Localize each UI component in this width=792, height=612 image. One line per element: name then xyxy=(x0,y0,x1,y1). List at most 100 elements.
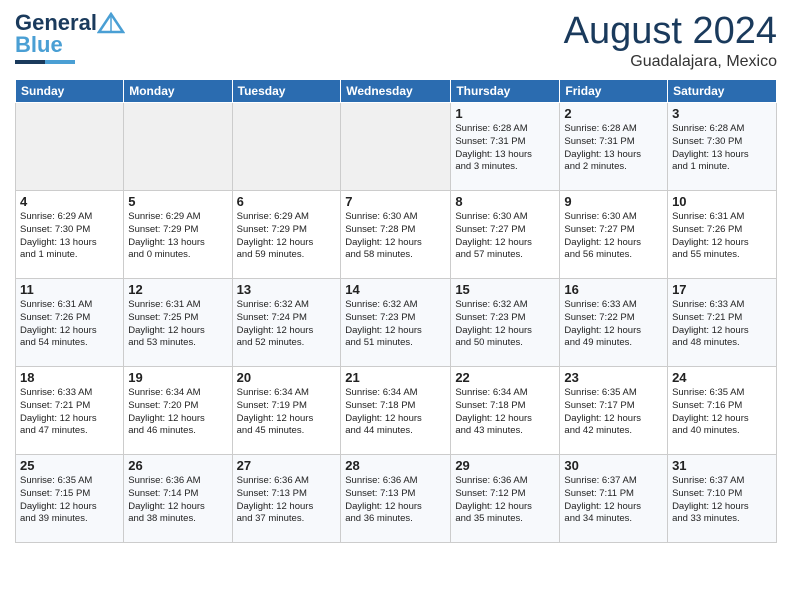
calendar-day: 4 Sunrise: 6:29 AM Sunset: 7:30 PM Daylig… xyxy=(16,191,124,279)
day-info: Sunrise: 6:37 AM Sunset: 7:10 PM Dayligh… xyxy=(672,475,772,526)
calendar-day: 30 Sunrise: 6:37 AM Sunset: 7:11 PM Dayli… xyxy=(560,455,668,543)
calendar-day: 5 Sunrise: 6:29 AM Sunset: 7:29 PM Daylig… xyxy=(124,191,232,279)
day-info: Sunrise: 6:29 AM Sunset: 7:30 PM Dayligh… xyxy=(20,211,119,262)
calendar-day: 26Sunrise: 6:36 AM Sunset: 7:14 PM Dayli… xyxy=(124,455,232,543)
day-number: 31 xyxy=(672,458,772,473)
col-sunday: Sunday xyxy=(16,80,124,103)
location: Guadalajara, Mexico xyxy=(564,53,777,71)
calendar-day: 15Sunrise: 6:32 AM Sunset: 7:23 PM Dayli… xyxy=(451,279,560,367)
day-number: 7 xyxy=(345,194,446,209)
day-info: Sunrise: 6:34 AM Sunset: 7:18 PM Dayligh… xyxy=(455,387,555,438)
day-number: 18 xyxy=(20,370,119,385)
calendar-day: 24 Sunrise: 6:35 AM Sunset: 7:16 PM Dayli… xyxy=(668,367,777,455)
logo-icon xyxy=(97,12,125,34)
day-number: 22 xyxy=(455,370,555,385)
col-friday: Friday xyxy=(560,80,668,103)
header: General Blue August 2024 Guadalajara, Me… xyxy=(15,10,777,71)
calendar-week-5: 25 Sunrise: 6:35 AM Sunset: 7:15 PM Dayli… xyxy=(16,455,777,543)
day-number: 30 xyxy=(564,458,663,473)
day-number: 17 xyxy=(672,282,772,297)
col-monday: Monday xyxy=(124,80,232,103)
logo-bar xyxy=(15,60,75,64)
month-title: August 2024 xyxy=(564,10,777,53)
calendar-day: 9 Sunrise: 6:30 AM Sunset: 7:27 PM Daylig… xyxy=(560,191,668,279)
calendar-day: 21 Sunrise: 6:34 AM Sunset: 7:18 PM Dayli… xyxy=(341,367,451,455)
calendar-day xyxy=(16,103,124,191)
calendar-body: 1Sunrise: 6:28 AM Sunset: 7:31 PM Daylig… xyxy=(16,103,777,543)
day-info: Sunrise: 6:35 AM Sunset: 7:17 PM Dayligh… xyxy=(564,387,663,438)
day-info: Sunrise: 6:30 AM Sunset: 7:27 PM Dayligh… xyxy=(564,211,663,262)
day-number: 1 xyxy=(455,106,555,121)
page-container: General Blue August 2024 Guadalajara, Me… xyxy=(0,0,792,548)
calendar-day: 7 Sunrise: 6:30 AM Sunset: 7:28 PM Daylig… xyxy=(341,191,451,279)
day-info: Sunrise: 6:34 AM Sunset: 7:19 PM Dayligh… xyxy=(237,387,337,438)
day-info: Sunrise: 6:33 AM Sunset: 7:22 PM Dayligh… xyxy=(564,299,663,350)
calendar-week-2: 4 Sunrise: 6:29 AM Sunset: 7:30 PM Daylig… xyxy=(16,191,777,279)
calendar-day: 1Sunrise: 6:28 AM Sunset: 7:31 PM Daylig… xyxy=(451,103,560,191)
col-wednesday: Wednesday xyxy=(341,80,451,103)
day-number: 27 xyxy=(237,458,337,473)
logo-blue: Blue xyxy=(15,32,63,58)
calendar-header-row: Sunday Monday Tuesday Wednesday Thursday… xyxy=(16,80,777,103)
day-info: Sunrise: 6:31 AM Sunset: 7:25 PM Dayligh… xyxy=(128,299,227,350)
calendar-day: 31 Sunrise: 6:37 AM Sunset: 7:10 PM Dayli… xyxy=(668,455,777,543)
logo: General Blue xyxy=(15,10,125,64)
day-number: 16 xyxy=(564,282,663,297)
day-number: 5 xyxy=(128,194,227,209)
calendar-day: 17Sunrise: 6:33 AM Sunset: 7:21 PM Dayli… xyxy=(668,279,777,367)
day-number: 9 xyxy=(564,194,663,209)
day-info: Sunrise: 6:37 AM Sunset: 7:11 PM Dayligh… xyxy=(564,475,663,526)
title-block: August 2024 Guadalajara, Mexico xyxy=(564,10,777,71)
day-info: Sunrise: 6:35 AM Sunset: 7:16 PM Dayligh… xyxy=(672,387,772,438)
day-number: 14 xyxy=(345,282,446,297)
day-number: 20 xyxy=(237,370,337,385)
day-info: Sunrise: 6:36 AM Sunset: 7:14 PM Dayligh… xyxy=(128,475,227,526)
day-info: Sunrise: 6:33 AM Sunset: 7:21 PM Dayligh… xyxy=(20,387,119,438)
day-info: Sunrise: 6:31 AM Sunset: 7:26 PM Dayligh… xyxy=(20,299,119,350)
calendar-day: 12Sunrise: 6:31 AM Sunset: 7:25 PM Dayli… xyxy=(124,279,232,367)
calendar-day: 6 Sunrise: 6:29 AM Sunset: 7:29 PM Daylig… xyxy=(232,191,341,279)
day-info: Sunrise: 6:34 AM Sunset: 7:20 PM Dayligh… xyxy=(128,387,227,438)
day-number: 6 xyxy=(237,194,337,209)
day-number: 8 xyxy=(455,194,555,209)
calendar-day: 8 Sunrise: 6:30 AM Sunset: 7:27 PM Daylig… xyxy=(451,191,560,279)
day-number: 2 xyxy=(564,106,663,121)
day-info: Sunrise: 6:36 AM Sunset: 7:13 PM Dayligh… xyxy=(345,475,446,526)
day-number: 4 xyxy=(20,194,119,209)
day-info: Sunrise: 6:29 AM Sunset: 7:29 PM Dayligh… xyxy=(237,211,337,262)
day-number: 21 xyxy=(345,370,446,385)
col-saturday: Saturday xyxy=(668,80,777,103)
calendar-day: 16 Sunrise: 6:33 AM Sunset: 7:22 PM Dayli… xyxy=(560,279,668,367)
calendar-day: 27 Sunrise: 6:36 AM Sunset: 7:13 PM Dayli… xyxy=(232,455,341,543)
calendar-day: 18 Sunrise: 6:33 AM Sunset: 7:21 PM Dayli… xyxy=(16,367,124,455)
day-info: Sunrise: 6:35 AM Sunset: 7:15 PM Dayligh… xyxy=(20,475,119,526)
day-info: Sunrise: 6:30 AM Sunset: 7:28 PM Dayligh… xyxy=(345,211,446,262)
day-info: Sunrise: 6:32 AM Sunset: 7:23 PM Dayligh… xyxy=(345,299,446,350)
calendar-day: 25 Sunrise: 6:35 AM Sunset: 7:15 PM Dayli… xyxy=(16,455,124,543)
calendar-table: Sunday Monday Tuesday Wednesday Thursday… xyxy=(15,79,777,543)
calendar-day xyxy=(124,103,232,191)
day-number: 13 xyxy=(237,282,337,297)
day-info: Sunrise: 6:36 AM Sunset: 7:13 PM Dayligh… xyxy=(237,475,337,526)
day-number: 23 xyxy=(564,370,663,385)
calendar-day: 11Sunrise: 6:31 AM Sunset: 7:26 PM Dayli… xyxy=(16,279,124,367)
day-info: Sunrise: 6:31 AM Sunset: 7:26 PM Dayligh… xyxy=(672,211,772,262)
calendar-day: 13 Sunrise: 6:32 AM Sunset: 7:24 PM Dayli… xyxy=(232,279,341,367)
day-number: 24 xyxy=(672,370,772,385)
calendar-day: 14 Sunrise: 6:32 AM Sunset: 7:23 PM Dayli… xyxy=(341,279,451,367)
calendar-day: 3Sunrise: 6:28 AM Sunset: 7:30 PM Daylig… xyxy=(668,103,777,191)
day-info: Sunrise: 6:28 AM Sunset: 7:30 PM Dayligh… xyxy=(672,123,772,174)
day-number: 29 xyxy=(455,458,555,473)
calendar-week-1: 1Sunrise: 6:28 AM Sunset: 7:31 PM Daylig… xyxy=(16,103,777,191)
day-info: Sunrise: 6:34 AM Sunset: 7:18 PM Dayligh… xyxy=(345,387,446,438)
day-info: Sunrise: 6:32 AM Sunset: 7:24 PM Dayligh… xyxy=(237,299,337,350)
calendar-day: 29Sunrise: 6:36 AM Sunset: 7:12 PM Dayli… xyxy=(451,455,560,543)
calendar-day: 19 Sunrise: 6:34 AM Sunset: 7:20 PM Dayli… xyxy=(124,367,232,455)
day-number: 19 xyxy=(128,370,227,385)
day-info: Sunrise: 6:30 AM Sunset: 7:27 PM Dayligh… xyxy=(455,211,555,262)
calendar-day: 20 Sunrise: 6:34 AM Sunset: 7:19 PM Dayli… xyxy=(232,367,341,455)
calendar-day: 28Sunrise: 6:36 AM Sunset: 7:13 PM Dayli… xyxy=(341,455,451,543)
day-info: Sunrise: 6:29 AM Sunset: 7:29 PM Dayligh… xyxy=(128,211,227,262)
day-number: 25 xyxy=(20,458,119,473)
calendar-day: 23 Sunrise: 6:35 AM Sunset: 7:17 PM Dayli… xyxy=(560,367,668,455)
